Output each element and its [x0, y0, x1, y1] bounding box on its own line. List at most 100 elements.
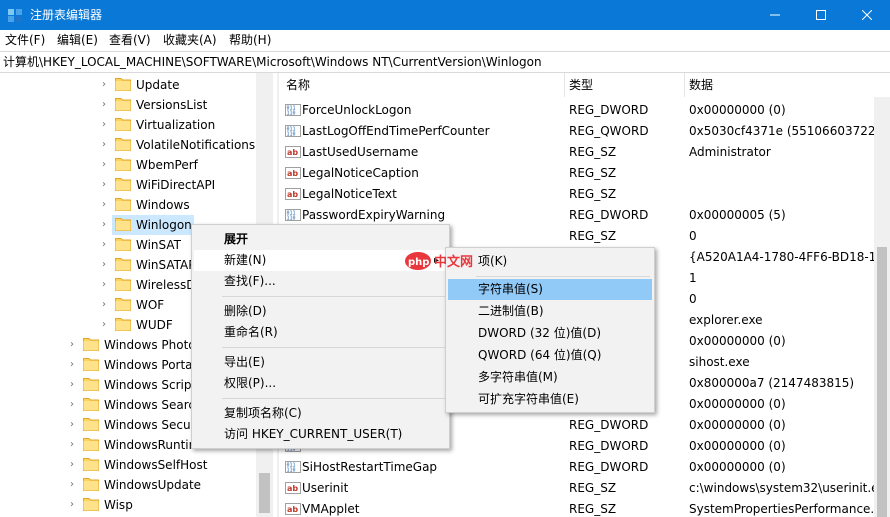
list-row[interactable]: ab Userinit REG_SZ c:\windows\system32\user…: [280, 478, 890, 499]
chevron-right-icon[interactable]: ›: [70, 339, 80, 351]
string-value-icon: ab: [285, 188, 301, 200]
chevron-right-icon[interactable]: ›: [102, 219, 112, 231]
tree-item[interactable]: › Virtualization: [0, 115, 256, 135]
menu-item-new-label: 新建(N): [224, 253, 267, 267]
tree-item[interactable]: › VersionsList: [0, 95, 256, 115]
tree-item[interactable]: › WindowsUpdate: [0, 475, 256, 495]
menu-divider: [476, 276, 650, 277]
menu-edit[interactable]: 编辑(E): [57, 33, 98, 47]
menu-item-delete[interactable]: 删除(D): [194, 301, 447, 322]
tree-item[interactable]: › WiFiDirectAPI: [0, 175, 256, 195]
chevron-right-icon[interactable]: ›: [70, 419, 80, 431]
menu-item-permissions[interactable]: 权限(P)...: [194, 373, 447, 394]
submenu-item-expandable-string[interactable]: 可扩充字符串值(E): [448, 389, 652, 410]
chevron-right-icon[interactable]: ›: [102, 159, 112, 171]
submenu-item-string[interactable]: 字符串值(S): [448, 279, 652, 300]
header-type[interactable]: 类型: [569, 78, 593, 92]
tree-item-label: WiFiDirectAPI: [136, 178, 216, 192]
submenu-item-multi-string-label: 多字符串值(M): [478, 370, 558, 384]
tree-item[interactable]: › WindowsSelfHost: [0, 455, 256, 475]
tree-item-label: WOF: [136, 298, 165, 312]
chevron-right-icon[interactable]: ›: [102, 239, 112, 251]
menu-item-find-label: 查找(F)...: [224, 274, 276, 288]
maximize-button[interactable]: [798, 0, 844, 30]
menu-help[interactable]: 帮助(H): [229, 33, 271, 47]
chevron-right-icon[interactable]: ›: [70, 499, 80, 511]
tree-item-label: Wisp: [104, 498, 133, 512]
value-name: Userinit: [302, 481, 349, 495]
chevron-right-icon[interactable]: ›: [102, 299, 112, 311]
menu-item-find[interactable]: 查找(F)...: [194, 271, 447, 292]
folder-icon: [83, 498, 99, 511]
list-row[interactable]: 011 110 LastLogOffEndTimePerfCounter REG_QW…: [280, 121, 890, 142]
chevron-right-icon[interactable]: ›: [102, 139, 112, 151]
header-separator[interactable]: [564, 73, 565, 97]
minimize-button[interactable]: [752, 0, 798, 30]
value-data: 0x800000a7 (2147483815): [689, 376, 855, 390]
submenu-item-binary[interactable]: 二进制值(B): [448, 301, 652, 322]
chevron-right-icon[interactable]: ›: [70, 359, 80, 371]
string-value-icon: ab: [285, 503, 301, 515]
menu-item-visit-hkcu[interactable]: 访问 HKEY_CURRENT_USER(T): [194, 424, 447, 445]
svg-text:ab: ab: [287, 505, 298, 514]
submenu-item-qword[interactable]: QWORD (64 位)值(Q): [448, 345, 652, 366]
value-name: PasswordExpiryWarning: [302, 208, 446, 222]
menu-item-expand[interactable]: 展开: [194, 229, 447, 250]
chevron-right-icon[interactable]: ›: [70, 399, 80, 411]
chevron-right-icon[interactable]: ›: [70, 479, 80, 491]
value-data: SystemPropertiesPerformance.exe /pagefil…: [689, 502, 889, 516]
list-scrollbar[interactable]: [874, 97, 890, 517]
close-button[interactable]: [844, 0, 890, 30]
list-row[interactable]: 011 110 ForceUnlockLogon REG_DWORD 0x0000000…: [280, 100, 890, 121]
folder-icon: [115, 98, 131, 111]
regedit-icon: [8, 9, 22, 22]
tree-item[interactable]: › Wisp: [0, 495, 256, 515]
chevron-right-icon[interactable]: ›: [102, 119, 112, 131]
chevron-right-icon[interactable]: ›: [70, 379, 80, 391]
chevron-right-icon[interactable]: ›: [70, 459, 80, 471]
list-row[interactable]: ab VMApplet REG_SZ SystemPropertiesPerforma…: [280, 499, 890, 517]
list-row[interactable]: 011 110 SiHostRestartTimeGap REG_DWORD 0x000…: [280, 457, 890, 478]
tree-item-label: Windows Search: [104, 398, 203, 412]
chevron-right-icon[interactable]: ›: [102, 319, 112, 331]
list-row[interactable]: 011 110 PasswordExpiryWarning REG_DWORD 0x00…: [280, 205, 890, 226]
menu-view[interactable]: 查看(V): [109, 33, 151, 47]
folder-icon: [115, 258, 131, 271]
tree-item[interactable]: › WbemPerf: [0, 155, 256, 175]
menu-file[interactable]: 文件(F): [5, 33, 45, 47]
value-data: 0x00000000 (0): [689, 418, 786, 432]
list-row[interactable]: ab LastUsedUsername REG_SZ Administrator: [280, 142, 890, 163]
menu-item-export[interactable]: 导出(E): [194, 352, 447, 373]
value-data: sihost.exe: [689, 355, 750, 369]
chevron-right-icon[interactable]: ›: [102, 279, 112, 291]
header-separator[interactable]: [684, 73, 685, 97]
tree-item[interactable]: › VolatileNotifications: [0, 135, 256, 155]
tree-scrollbar-thumb[interactable]: [259, 473, 270, 513]
submenu-item-multi-string[interactable]: 多字符串值(M): [448, 367, 652, 388]
value-name: LastLogOffEndTimePerfCounter: [302, 124, 490, 138]
submenu-item-dword[interactable]: DWORD (32 位)值(D): [448, 323, 652, 344]
tree-item[interactable]: › Windows: [0, 195, 256, 215]
menu-item-copy-key-name[interactable]: 复制项名称(C): [194, 403, 447, 424]
menu-favorites[interactable]: 收藏夹(A): [163, 33, 217, 47]
list-scrollbar-thumb[interactable]: [877, 247, 887, 517]
chevron-right-icon[interactable]: ›: [102, 99, 112, 111]
address-bar[interactable]: 计算机\HKEY_LOCAL_MACHINE\SOFTWARE\Microsof…: [0, 51, 890, 73]
chevron-right-icon[interactable]: ›: [102, 199, 112, 211]
chevron-right-icon[interactable]: ›: [102, 259, 112, 271]
value-data: 0x00000000 (0): [689, 103, 786, 117]
menu-divider: [222, 296, 445, 297]
title-bar: 注册表编辑器: [0, 0, 890, 30]
header-data[interactable]: 数据: [689, 78, 713, 92]
list-row[interactable]: ab LegalNoticeText REG_SZ: [280, 184, 890, 205]
header-name[interactable]: 名称: [286, 78, 310, 92]
window-title: 注册表编辑器: [30, 8, 103, 22]
list-row[interactable]: ab LegalNoticeCaption REG_SZ: [280, 163, 890, 184]
chevron-right-icon[interactable]: ›: [102, 79, 112, 91]
chevron-right-icon[interactable]: ›: [102, 179, 112, 191]
chevron-right-icon[interactable]: ›: [70, 439, 80, 451]
value-type: REG_SZ: [569, 229, 617, 243]
svg-text:110: 110: [287, 468, 296, 474]
tree-item[interactable]: › Update: [0, 75, 256, 95]
menu-item-rename[interactable]: 重命名(R): [194, 322, 447, 343]
